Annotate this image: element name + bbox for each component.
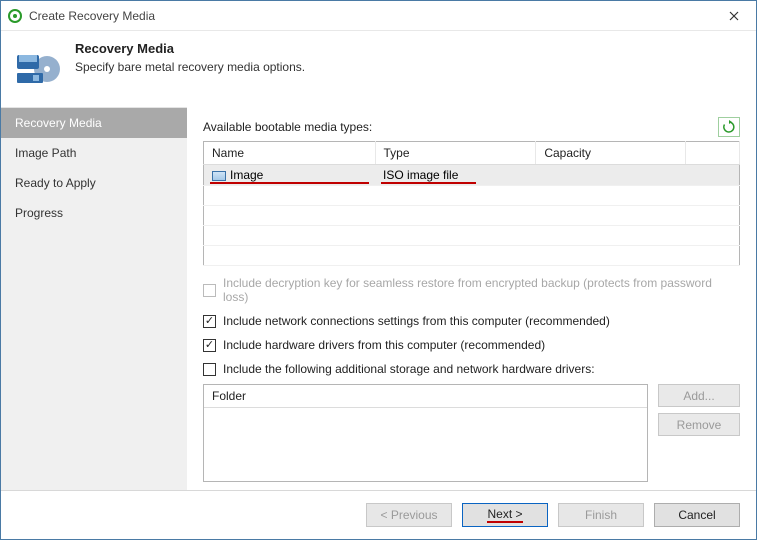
remove-folder-button: Remove [658,413,740,436]
table-row-empty [204,246,740,266]
window-title: Create Recovery Media [29,9,711,23]
option-label: Include hardware drivers from this compu… [223,338,545,352]
app-icon [7,8,23,24]
cell-name: Image [204,165,376,186]
option-additional-drivers[interactable]: Include the following additional storage… [203,362,740,376]
table-row[interactable]: Image ISO image file [204,165,740,186]
cell-name-text: Image [230,168,263,182]
folders-table: Folder [203,384,648,482]
table-row-empty [204,206,740,226]
close-button[interactable] [711,1,756,31]
cell-capacity [536,165,686,186]
table-row-empty [204,226,740,246]
previous-button: < Previous [366,503,452,527]
cell-spacer [686,165,740,186]
col-capacity[interactable]: Capacity [536,142,686,165]
media-table: Name Type Capacity Image ISO image file [203,141,740,266]
table-header-row: Name Type Capacity [204,142,740,165]
sidebar-item-recovery-media[interactable]: Recovery Media [1,108,187,138]
add-folder-button: Add... [658,384,740,407]
folders-header[interactable]: Folder [204,385,647,408]
option-decryption-key: Include decryption key for seamless rest… [203,276,740,304]
option-hardware-drivers[interactable]: ✓ Include hardware drivers from this com… [203,338,740,352]
sidebar-item-label: Recovery Media [15,116,102,130]
finish-button: Finish [558,503,644,527]
option-label: Include network connections settings fro… [223,314,610,328]
available-media-label: Available bootable media types: [203,120,372,134]
next-button[interactable]: Next > [462,503,548,527]
highlight-underline [210,182,369,184]
wizard-sidebar: Recovery Media Image Path Ready to Apply… [1,107,187,490]
sidebar-item-image-path[interactable]: Image Path [1,138,187,168]
col-name[interactable]: Name [204,142,376,165]
checkbox[interactable]: ✓ [203,339,216,352]
cell-type-text: ISO image file [383,168,458,182]
col-type[interactable]: Type [375,142,536,165]
header-panel: Recovery Media Specify bare metal recove… [1,31,756,107]
refresh-button[interactable] [718,117,740,137]
folders-buttons: Add... Remove [658,384,740,436]
header-text: Recovery Media Specify bare metal recove… [75,41,305,74]
next-button-label: Next > [487,507,522,523]
sidebar-item-label: Image Path [15,146,76,160]
checkbox [203,284,216,297]
main-panel: Available bootable media types: Name Typ… [187,107,756,490]
option-label: Include the following additional storage… [223,362,595,376]
checkbox[interactable] [203,363,216,376]
option-network-settings[interactable]: ✓ Include network connections settings f… [203,314,740,328]
table-row-empty [204,186,740,206]
recovery-media-icon [15,45,63,93]
body: Recovery Media Image Path Ready to Apply… [1,107,756,490]
checkbox[interactable]: ✓ [203,315,216,328]
cell-type: ISO image file [375,165,536,186]
sidebar-item-label: Ready to Apply [15,176,96,190]
sidebar-item-progress[interactable]: Progress [1,198,187,228]
available-media-label-row: Available bootable media types: [203,117,740,137]
iso-icon [212,171,226,181]
titlebar: Create Recovery Media [1,1,756,31]
sidebar-item-ready-to-apply[interactable]: Ready to Apply [1,168,187,198]
col-spacer [686,142,740,165]
sidebar-item-label: Progress [15,206,63,220]
footer: < Previous Next > Finish Cancel [1,490,756,539]
dialog-window: Create Recovery Media Recovery Media Spe… [0,0,757,540]
cancel-button[interactable]: Cancel [654,503,740,527]
page-title: Recovery Media [75,41,305,56]
folders-section: Folder Add... Remove [203,384,740,482]
page-subtitle: Specify bare metal recovery media option… [75,60,305,74]
option-label: Include decryption key for seamless rest… [223,276,740,304]
refresh-icon [722,120,736,134]
highlight-underline [381,182,476,184]
